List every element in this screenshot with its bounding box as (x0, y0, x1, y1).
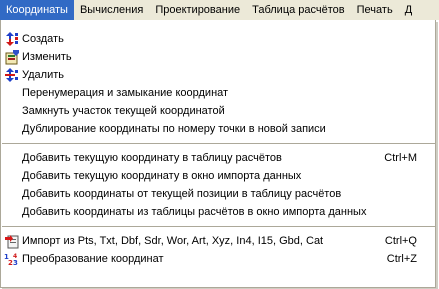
menu-item-label: Добавить координаты из таблицы расчётов … (22, 206, 367, 218)
menu-tablitsa-raschetov[interactable]: Таблица расчётов (246, 0, 351, 20)
koordinaty-dropdown: Создать Изменить Удалить Перенумерация и (0, 20, 436, 288)
menu-item-add-to-calc-table[interactable]: Добавить текущую координату в таблицу ра… (1, 149, 435, 167)
menu-item-label: Создать (22, 33, 64, 45)
menu-item-duplicate[interactable]: Дублирование координаты по номеру точки … (1, 120, 435, 138)
menu-item-delete[interactable]: Удалить (1, 66, 435, 84)
menu-item-label: Дублирование координаты по номеру точки … (22, 123, 326, 135)
create-icon (4, 31, 20, 47)
menu-item-transform[interactable]: 1 2 3 4 Преобразование координат Ctrl+Z (1, 250, 435, 268)
menu-item-edit[interactable]: Изменить (1, 48, 435, 66)
menu-item-label: Перенумерация и замыкание координат (22, 87, 229, 99)
menu-item-import[interactable]: Импорт из Pts, Txt, Dbf, Sdr, Wor, Art, … (1, 232, 435, 250)
menu-item-label: Изменить (22, 51, 72, 63)
menu-item-label: Удалить (22, 69, 64, 81)
menu-separator (2, 226, 435, 227)
shortcut-label: Ctrl+M (384, 152, 417, 164)
menu-item-create[interactable]: Создать (1, 30, 435, 48)
menu-cut-off[interactable]: Д (399, 0, 418, 20)
menu-item-label: Преобразование координат (22, 253, 164, 265)
menu-item-add-to-import-window[interactable]: Добавить текущую координату в окно импор… (1, 167, 435, 185)
shortcut-label: Ctrl+Q (384, 235, 417, 247)
menu-koordinaty[interactable]: Координаты (0, 0, 74, 20)
menu-vychisleniya[interactable]: Вычисления (74, 0, 149, 20)
menu-item-label: Импорт из Pts, Txt, Dbf, Sdr, Wor, Art, … (22, 235, 324, 247)
svg-text:4: 4 (13, 253, 17, 260)
menu-bar: Координаты Вычисления Проектирование Таб… (0, 0, 439, 20)
transform-icon: 1 2 3 4 (4, 251, 20, 267)
menu-item-add-from-calc-table[interactable]: Добавить координаты из таблицы расчётов … (1, 203, 435, 221)
menu-item-label: Добавить координаты от текущей позиции в… (22, 188, 342, 200)
delete-icon (4, 67, 20, 83)
menu-item-label: Добавить текущую координату в окно импор… (22, 170, 302, 182)
import-icon (4, 233, 20, 249)
menu-proektirovanie[interactable]: Проектирование (149, 0, 246, 20)
menu-item-add-from-current-position[interactable]: Добавить координаты от текущей позиции в… (1, 185, 435, 203)
menu-pechat[interactable]: Печать (351, 0, 399, 20)
menu-item-label: Замкнуть участок текущей координатой (22, 105, 225, 117)
edit-icon (4, 49, 20, 65)
shortcut-label: Ctrl+Z (386, 253, 417, 265)
menu-item-label: Добавить текущую координату в таблицу ра… (22, 152, 282, 164)
menu-item-renumber[interactable]: Перенумерация и замыкание координат (1, 84, 435, 102)
menu-item-close-section[interactable]: Замкнуть участок текущей координатой (1, 102, 435, 120)
menu-separator (2, 143, 435, 144)
svg-text:3: 3 (13, 259, 18, 267)
